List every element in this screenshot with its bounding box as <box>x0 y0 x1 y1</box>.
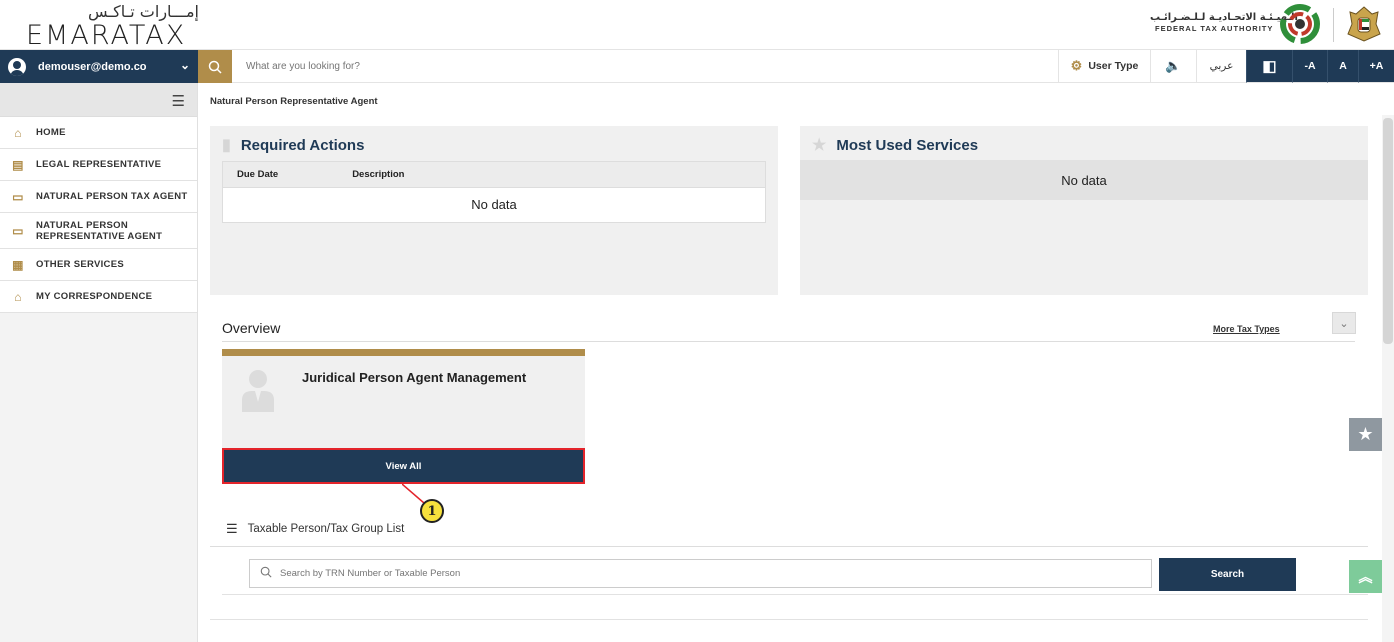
most-used-services-title: ★ Most Used Services <box>812 135 978 155</box>
callout-badge: 1 <box>420 499 444 523</box>
global-search-input[interactable] <box>232 50 1058 82</box>
header-divider <box>1333 8 1334 42</box>
logo-arabic: إمـــارات تـاكـس <box>88 2 199 21</box>
fta-logo-icon <box>1280 4 1320 44</box>
fta-name-english: FEDERAL TAX AUTHORITY <box>1155 24 1274 33</box>
emaratax-logo[interactable]: EMARATAX <box>26 20 186 51</box>
font-normal-button[interactable]: A <box>1327 50 1358 83</box>
sidebar-item-label: NATURAL PERSON TAX AGENT <box>36 191 188 202</box>
global-search <box>232 50 1058 83</box>
uae-emblem-icon <box>1347 6 1381 42</box>
most-used-services-panel: ★ Most Used Services No data <box>800 126 1368 295</box>
user-avatar-icon <box>8 57 26 76</box>
sidebar-item-label: HOME <box>36 127 66 138</box>
id-card-icon: ▭ <box>12 223 24 238</box>
card-title: Juridical Person Agent Management <box>302 370 527 385</box>
divider <box>222 341 1355 342</box>
user-type-label: User Type <box>1088 60 1139 72</box>
empty-state: No data <box>800 160 1368 200</box>
text-to-speech-button[interactable]: 🔈 <box>1150 50 1196 83</box>
sidebar-item-other-services[interactable]: ▦ OTHER SERVICES <box>0 249 197 281</box>
search-icon[interactable] <box>198 50 232 83</box>
sidebar-item-label: LEGAL REPRESENTATIVE <box>36 159 162 170</box>
overview-title: Overview <box>222 320 281 336</box>
speaker-icon: 🔈 <box>1165 58 1182 73</box>
sidebar: ☰ ⌂ HOME ▤ LEGAL REPRESENTATIVE ▭ NATURA… <box>0 83 198 642</box>
section-title-text: Taxable Person/Tax Group List <box>247 523 405 535</box>
chevron-down-icon: ⌄ <box>179 58 190 72</box>
star-icon: ★ <box>812 137 827 154</box>
building-icon: ⌂ <box>14 289 22 304</box>
sidebar-item-natural-person-tax-agent[interactable]: ▭ NATURAL PERSON TAX AGENT <box>0 181 197 213</box>
panel-title-text: Required Actions <box>240 136 365 154</box>
id-card-icon: ▭ <box>12 189 24 204</box>
trn-search-field <box>249 559 1152 588</box>
favorites-star-icon[interactable]: ★ <box>1349 418 1382 451</box>
legal-rep-icon: ▤ <box>12 157 24 172</box>
font-increase-button[interactable]: +A <box>1358 50 1394 83</box>
user-email: demouser@demo.co <box>38 60 147 73</box>
divider <box>210 546 1368 547</box>
col-due-date[interactable]: Due Date <box>237 169 278 180</box>
sidebar-item-natural-person-representative-agent[interactable]: ▭ NATURAL PERSON REPRESENTATIVE AGENT <box>0 213 197 249</box>
font-decrease-button[interactable]: -A <box>1292 50 1327 83</box>
more-tax-types-link[interactable]: More Tax Types <box>1213 324 1280 334</box>
language-label: عربي <box>1209 60 1234 72</box>
chevron-down-icon[interactable]: ⌄ <box>1332 312 1356 334</box>
sidebar-header: ☰ <box>0 83 197 117</box>
sidebar-item-home[interactable]: ⌂ HOME <box>0 117 197 149</box>
home-icon: ⌂ <box>14 125 22 140</box>
breadcrumb: Natural Person Representative Agent <box>210 96 378 107</box>
sidebar-item-label: MY CORRESPONDENCE <box>36 291 153 302</box>
person-icon <box>242 370 274 412</box>
divider <box>210 619 1368 620</box>
panel-title-text: Most Used Services <box>836 136 979 154</box>
user-type-button[interactable]: ⚙ User Type <box>1058 50 1150 83</box>
view-all-button[interactable]: View All <box>222 448 585 484</box>
gear-icon: ⚙ <box>1070 58 1083 73</box>
scrollbar-thumb[interactable] <box>1383 118 1393 344</box>
trn-search-input[interactable] <box>280 568 1080 579</box>
table-header: Due Date Description <box>223 162 765 188</box>
search-button[interactable]: Search <box>1159 558 1296 591</box>
empty-state: No data <box>471 197 517 212</box>
clipboard-icon: ▮ <box>222 137 231 154</box>
scroll-to-top-icon[interactable]: ︽ <box>1349 560 1382 593</box>
required-actions-title: ▮ Required Actions <box>222 135 364 155</box>
required-actions-table: Due Date Description No data <box>222 161 766 223</box>
fta-name-arabic: الـهيـئـة الاتحـاديـة لـلـضـرائـب <box>1150 12 1298 23</box>
divider <box>222 594 1368 595</box>
language-toggle[interactable]: عربي <box>1196 50 1246 83</box>
top-header: إمـــارات تـاكـس EMARATAX الـهيـئـة الات… <box>0 0 1394 51</box>
search-icon <box>260 566 272 581</box>
sidebar-item-my-correspondence[interactable]: ⌂ MY CORRESPONDENCE <box>0 281 197 313</box>
sidebar-item-label: NATURAL PERSON REPRESENTATIVE AGENT <box>36 219 163 242</box>
sidebar-item-label: OTHER SERVICES <box>36 259 124 270</box>
contrast-icon: ◧ <box>1262 58 1277 75</box>
taxable-person-title: ☰ Taxable Person/Tax Group List <box>226 521 404 537</box>
col-description[interactable]: Description <box>352 169 404 180</box>
required-actions-panel: ▮ Required Actions Due Date Description … <box>210 126 778 295</box>
list-icon: ☰ <box>226 521 238 536</box>
user-menu[interactable]: demouser@demo.co ⌄ <box>0 50 198 83</box>
hamburger-menu-icon[interactable]: ☰ <box>172 92 185 110</box>
clipboard-icon: ▦ <box>12 257 24 272</box>
contrast-button[interactable]: ◧ <box>1246 50 1292 83</box>
sidebar-item-legal-representative[interactable]: ▤ LEGAL REPRESENTATIVE <box>0 149 197 181</box>
